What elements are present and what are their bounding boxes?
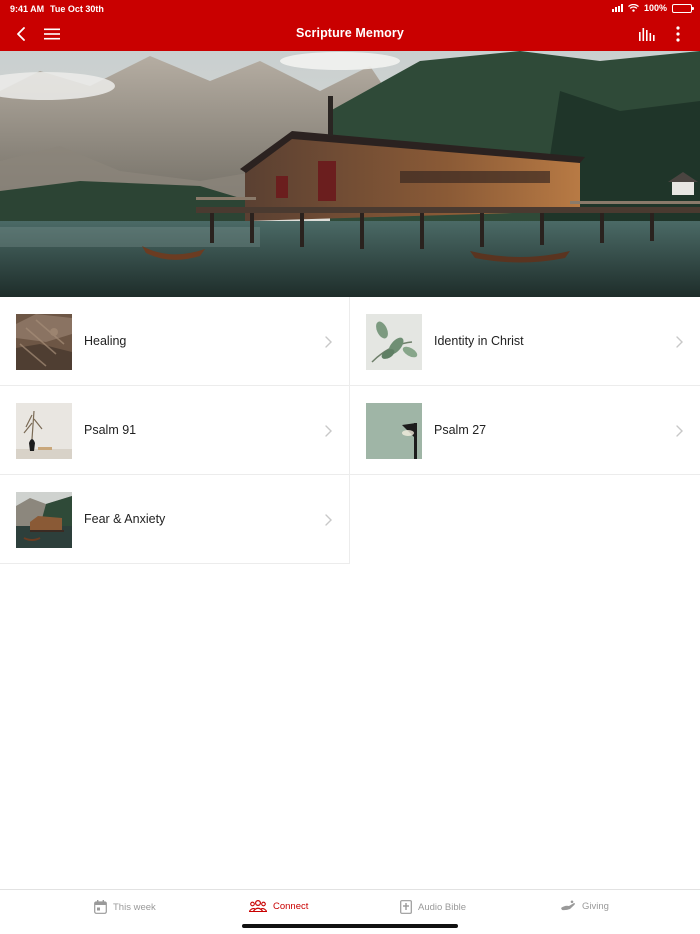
tab-giving[interactable]: Giving	[560, 900, 609, 912]
hero-image	[0, 51, 700, 297]
more-button[interactable]	[667, 23, 689, 45]
status-bar: 9:41 AM Tue Oct 30th 100%	[0, 0, 700, 17]
chevron-right-icon	[325, 514, 332, 526]
chevron-right-icon	[325, 336, 332, 348]
bible-plus-icon	[400, 900, 412, 914]
topic-item-identity-in-christ[interactable]: Identity in Christ	[350, 297, 700, 386]
hand-giving-icon	[561, 900, 575, 911]
cellular-signal-icon	[611, 4, 623, 12]
audio-bars-icon	[639, 28, 655, 41]
topic-label: Psalm 91	[84, 423, 137, 437]
tab-connect[interactable]: Connect	[249, 900, 308, 912]
topic-label: Psalm 27	[434, 423, 487, 437]
topic-item-healing[interactable]: Healing	[0, 297, 350, 386]
battery-icon	[672, 3, 694, 13]
tab-label: This week	[113, 901, 156, 913]
topic-label: Identity in Christ	[434, 334, 524, 348]
mountain-lake-boathouse-image	[0, 51, 700, 297]
people-group-icon	[249, 900, 267, 912]
calendar-icon	[94, 900, 107, 914]
rocky-texture-image	[16, 314, 72, 370]
topic-label: Fear & Anxiety	[84, 512, 166, 526]
status-time: 9:41 AM	[10, 4, 45, 14]
topic-thumbnail	[16, 492, 72, 548]
nav-bar: Scripture Memory	[0, 17, 700, 51]
lamp-on-wall-image	[366, 403, 422, 459]
wifi-icon	[628, 4, 639, 12]
vase-dried-plant-image	[16, 403, 72, 459]
tab-label: Audio Bible	[418, 901, 467, 913]
page-title: Scripture Memory	[296, 26, 404, 40]
boathouse-lake-image	[16, 492, 72, 548]
chevron-right-icon	[676, 425, 683, 437]
topic-item-psalm-27[interactable]: Psalm 27	[350, 386, 700, 475]
app-header: 9:41 AM Tue Oct 30th 100% Scripture Memo…	[0, 0, 700, 51]
tab-label: Giving	[582, 900, 609, 912]
chevron-right-icon	[325, 425, 332, 437]
tab-this-week[interactable]: This week	[94, 900, 156, 914]
more-vertical-icon	[676, 26, 680, 42]
status-date: Tue Oct 30th	[50, 4, 104, 14]
status-indicators: 100%	[611, 3, 694, 13]
topic-thumbnail	[366, 314, 422, 370]
tab-label: Connect	[273, 900, 309, 912]
home-indicator	[242, 924, 458, 928]
battery-percent: 100%	[643, 3, 667, 13]
topic-label: Healing	[84, 334, 127, 348]
topic-item-fear-and-anxiety[interactable]: Fear & Anxiety	[0, 475, 350, 564]
chevron-right-icon	[676, 336, 683, 348]
plant-leaves-image	[366, 314, 422, 370]
topic-thumbnail	[16, 314, 72, 370]
topic-item-psalm-91[interactable]: Psalm 91	[0, 386, 350, 475]
tab-audio-bible[interactable]: Audio Bible	[400, 900, 466, 914]
topic-thumbnail	[366, 403, 422, 459]
audio-button[interactable]	[636, 23, 658, 45]
topic-thumbnail	[16, 403, 72, 459]
